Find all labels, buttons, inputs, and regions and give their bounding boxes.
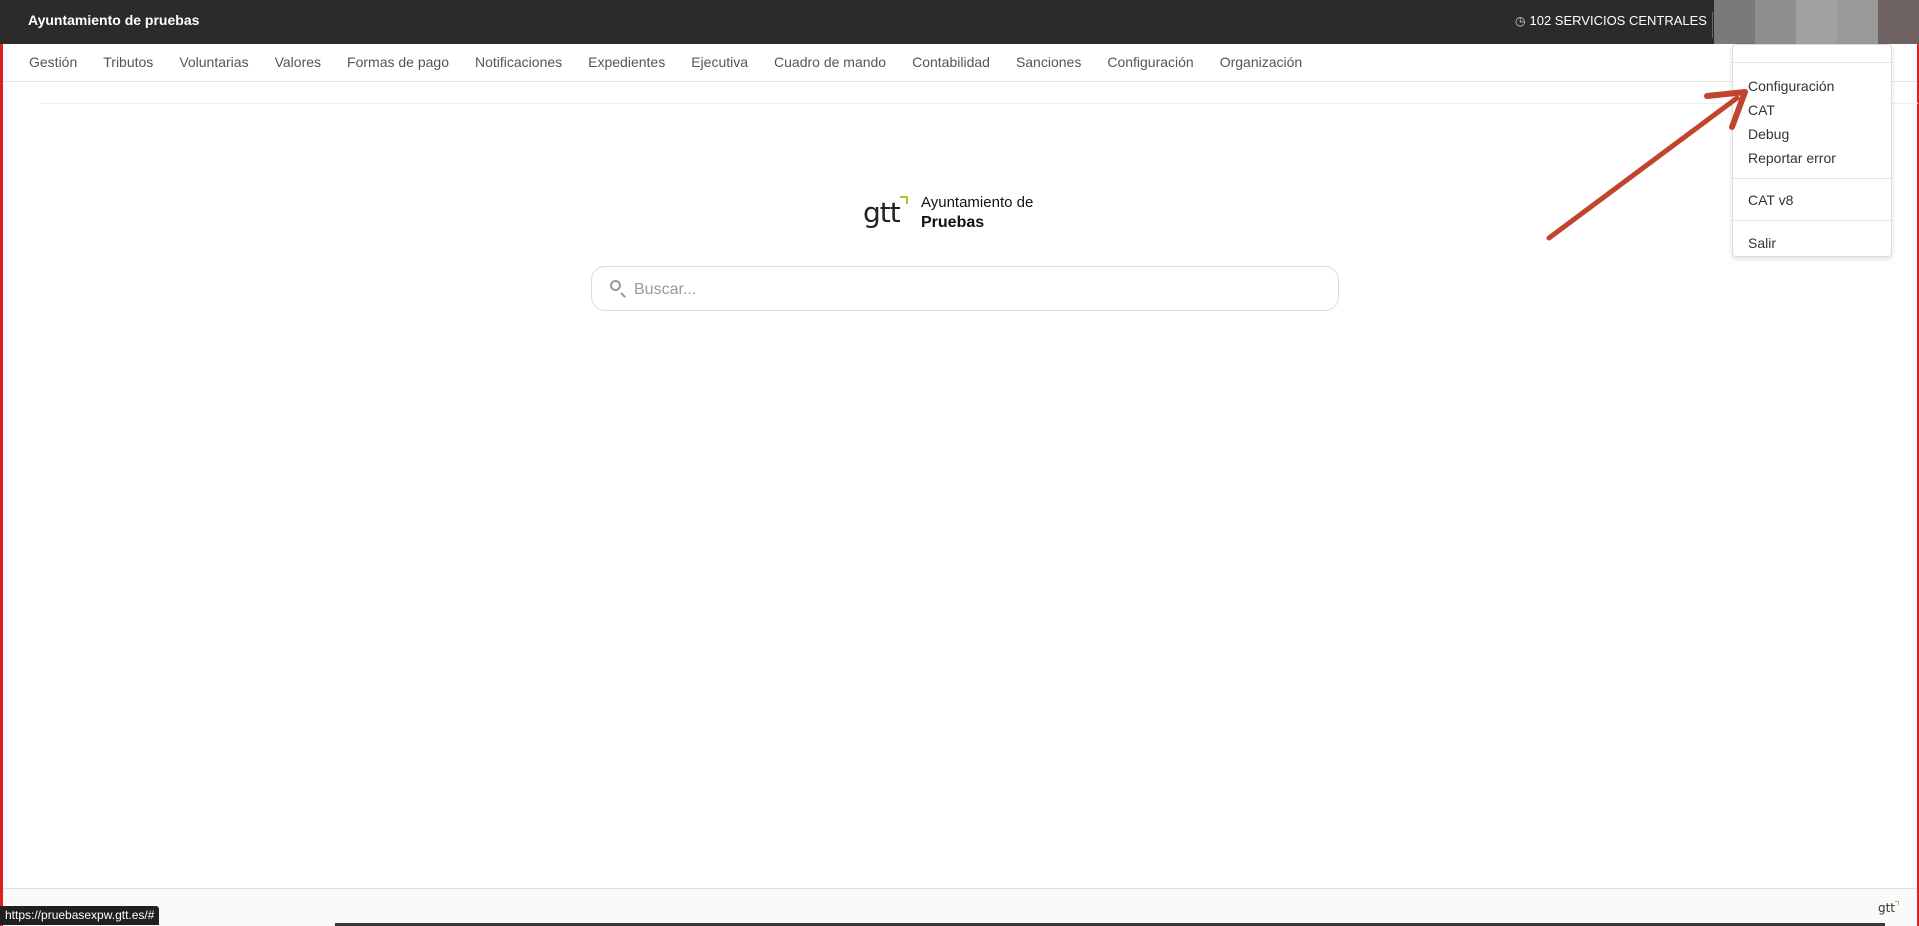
window-frame-left [0,0,3,926]
footer-gtt-logo: gtt [1877,901,1899,915]
dropdown-item-debug[interactable]: Debug [1733,122,1891,146]
menu-item-gestion[interactable]: Gestión [3,44,90,81]
menu-item-sanciones[interactable]: Sanciones [1003,44,1094,81]
user-avatar[interactable] [1714,0,1919,44]
brand-header: gtt Ayuntamiento de Pruebas [863,193,1033,233]
menu-item-tributos[interactable]: Tributos [90,44,166,81]
office-label: 102 SERVICIOS CENTRALES [1529,13,1707,28]
search-box[interactable] [591,266,1339,312]
dropdown-header-space [1733,45,1891,62]
dropdown-spacer [1733,170,1891,178]
footer: gtt [3,889,1917,926]
dropdown-spacer [1733,179,1891,188]
brand-line-2: Pruebas [921,214,985,231]
search-icon [610,280,621,291]
menu-item-voluntarias[interactable]: Voluntarias [166,44,261,81]
menu-item-organizacion[interactable]: Organización [1207,44,1316,81]
dropdown-item-cat[interactable]: CAT [1733,98,1891,122]
menu-item-formas-de-pago[interactable]: Formas de pago [334,44,462,81]
search-input[interactable] [632,267,1326,312]
dropdown-spacer [1733,63,1891,74]
gtt-logo: gtt [863,194,911,232]
footer-logo-text: gtt [1877,901,1895,915]
office-selector[interactable]: ◷ 102 SERVICIOS CENTRALES [1515,0,1707,42]
menu-item-cuadro-de-mando[interactable]: Cuadro de mando [761,44,899,81]
dropdown-spacer [1733,212,1891,220]
app-title[interactable]: Ayuntamiento de pruebas [28,0,199,40]
gtt-logo-text: gtt [863,196,901,229]
dropdown-item-cat-v8[interactable]: CAT v8 [1733,188,1891,212]
dropdown-spacer [1733,221,1891,231]
content-divider [40,103,1918,104]
top-bar: Ayuntamiento de pruebas ◷ 102 SERVICIOS … [0,0,1919,44]
menu-item-ejecutiva[interactable]: Ejecutiva [678,44,761,81]
main-menu: Gestión Tributos Voluntarias Valores For… [3,44,1917,82]
annotation-arrow [1546,89,1748,241]
logo-accent-icon [900,196,908,204]
menu-item-expedientes[interactable]: Expedientes [575,44,678,81]
menu-item-configuracion[interactable]: Configuración [1094,44,1206,81]
annotation-arrow-shaft [1546,95,1740,241]
dropdown-item-salir[interactable]: Salir [1733,231,1891,255]
menu-item-contabilidad[interactable]: Contabilidad [899,44,1003,81]
dropdown-item-reportar-error[interactable]: Reportar error [1733,146,1891,170]
topbar-divider [1712,12,1713,38]
user-dropdown-menu: Configuración CAT Debug Reportar error C… [1732,44,1892,257]
clock-icon: ◷ [1515,14,1526,28]
footer-logo-accent-icon [1895,901,1899,905]
status-bar-url: https://pruebasexpw.gtt.es/# [0,906,160,925]
dropdown-item-configuracion[interactable]: Configuración [1733,74,1891,98]
menu-item-valores[interactable]: Valores [262,44,334,81]
menu-item-notificaciones[interactable]: Notificaciones [462,44,575,81]
brand-line-1: Ayuntamiento de [921,194,1034,211]
brand-name: Ayuntamiento de Pruebas [921,193,1033,233]
